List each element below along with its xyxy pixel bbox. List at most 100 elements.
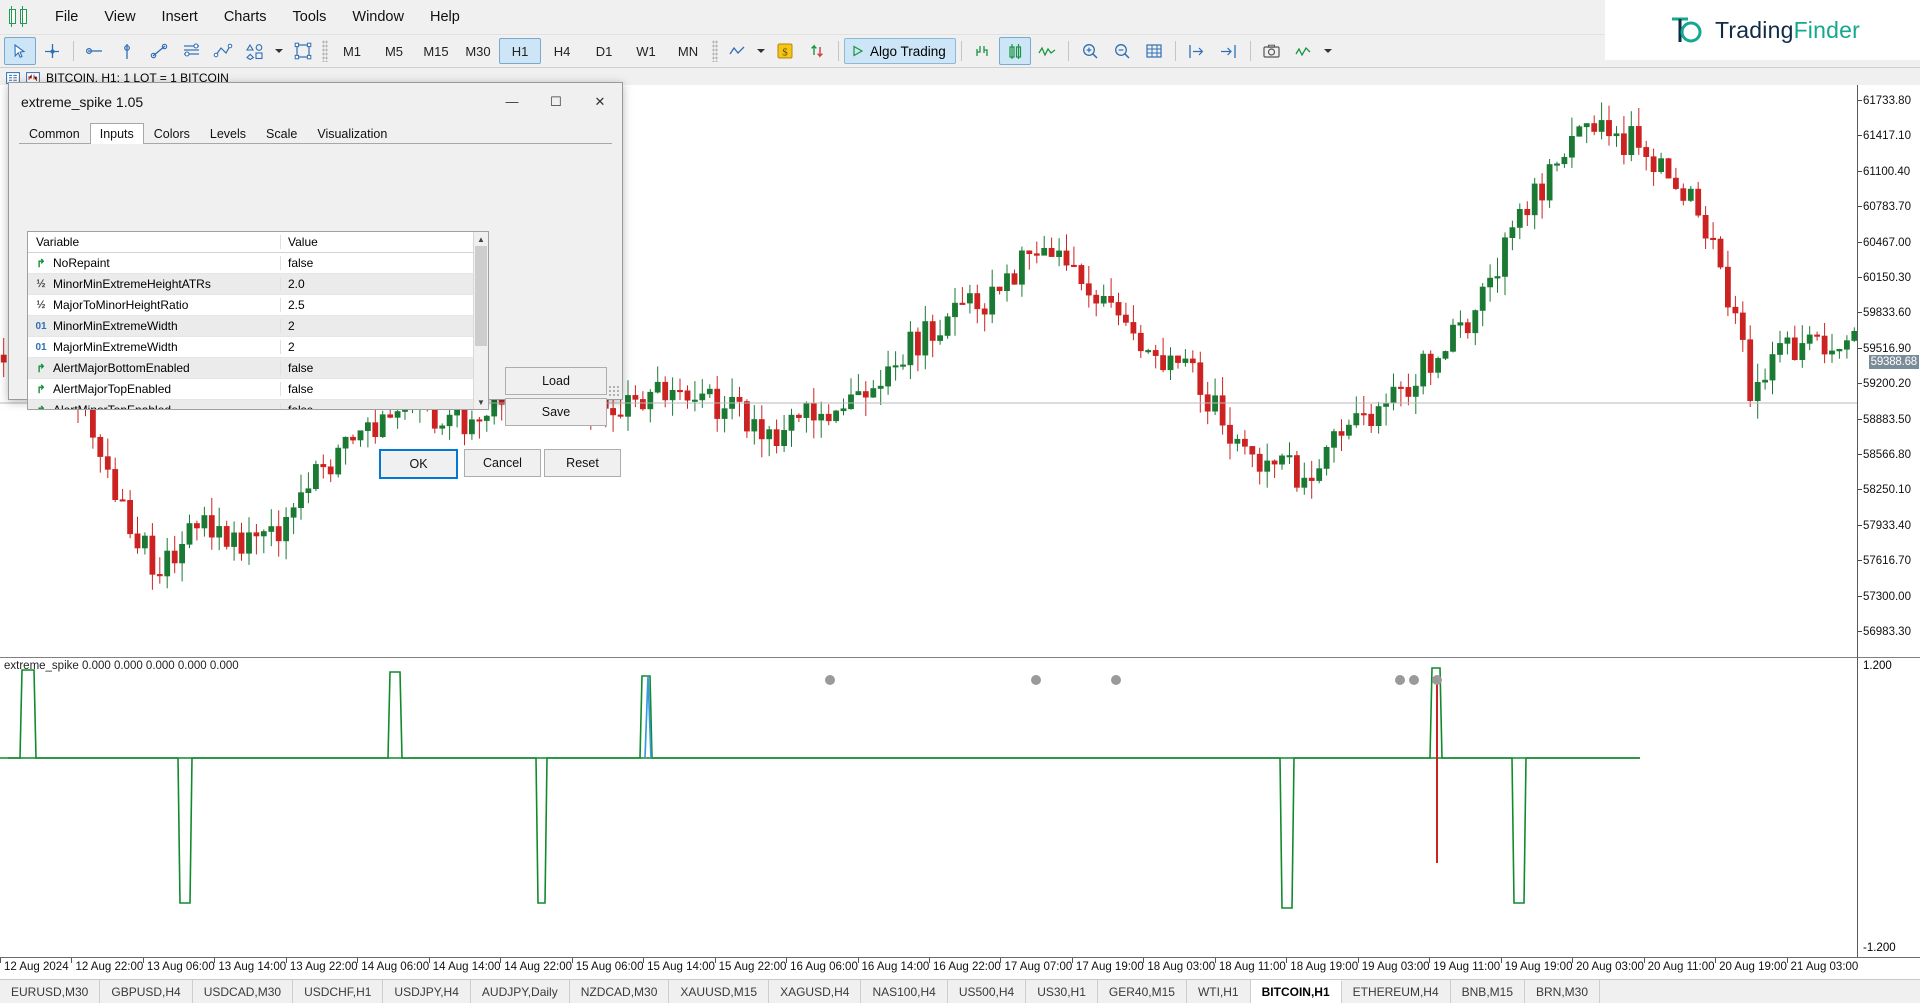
chart-tab-us500-h4[interactable]: US500,H4 [948,980,1026,1003]
timeframe-m15[interactable]: M15 [415,38,457,64]
variable-value[interactable]: 2 [281,319,295,333]
scroll-down-icon[interactable]: ▼ [474,395,488,409]
tab-levels[interactable]: Levels [200,123,256,144]
grid-row[interactable]: ½MajorToMinorHeightRatio2.5 [28,295,488,316]
oscillator-icon[interactable] [1031,37,1063,65]
chart-tab-bitcoin-h1[interactable]: BITCOIN,H1 [1251,980,1342,1003]
chart-tab-gbpusd-h4[interactable]: GBPUSD,H4 [100,980,192,1003]
vertical-line-icon[interactable] [111,37,143,65]
menu-item-charts[interactable]: Charts [211,5,280,29]
indicator-list-icon[interactable] [967,37,999,65]
autoscroll-icon[interactable] [1213,37,1245,65]
shift-icon[interactable] [1181,37,1213,65]
tab-visualization[interactable]: Visualization [307,123,397,144]
chart-tab-brn-m30[interactable]: BRN,M30 [1525,980,1600,1003]
menu-item-help[interactable]: Help [417,5,473,29]
grid-row[interactable]: ↱AlertMajorTopEnabledfalse [28,379,488,400]
chart-tab-xagusd-h4[interactable]: XAGUSD,H4 [769,980,861,1003]
inputs-scrollbar[interactable]: ▲ ▼ [473,232,488,409]
grid-row[interactable]: 01MinorMinExtremeWidth2 [28,316,488,337]
indicator-properties-dialog[interactable]: extreme_spike 1.05 — ☐ ✕ Common Inputs C… [8,82,623,400]
template-icon[interactable] [287,37,319,65]
save-button[interactable]: Save [505,398,607,426]
fibonacci-icon[interactable] [175,37,207,65]
dialog-close-button[interactable]: ✕ [578,87,622,117]
menu-item-insert[interactable]: Insert [149,5,211,29]
grid-row[interactable]: ↱AlertMajorBottomEnabledfalse [28,358,488,379]
chart-tab-nzdcad-m30[interactable]: NZDCAD,M30 [570,980,670,1003]
chart-tab-nas100-h4[interactable]: NAS100,H4 [861,980,947,1003]
chart-tab-bnb-m15[interactable]: BNB,M15 [1451,980,1525,1003]
dialog-minimize-button[interactable]: — [490,87,534,117]
price-axis[interactable]: 61733.8061417.1061100.4060783.7060467.00… [1857,85,1920,740]
algo-trading-button[interactable]: Algo Trading [844,38,956,64]
variable-value[interactable]: 2 [281,340,295,354]
chart-tab-usdcad-m30[interactable]: USDCAD,M30 [193,980,293,1003]
chart-tab-usdchf-h1[interactable]: USDCHF,H1 [293,980,383,1003]
variable-value[interactable]: false [281,256,313,270]
menu-item-file[interactable]: File [42,5,91,29]
tab-colors[interactable]: Colors [144,123,200,144]
cursor-icon[interactable] [4,37,36,65]
variable-value[interactable]: false [281,361,313,375]
shapes-dropdown-caret-icon[interactable] [275,49,283,53]
tab-scale[interactable]: Scale [256,123,307,144]
zoom-out-icon[interactable] [1106,37,1138,65]
chart-tab-audjpy-daily[interactable]: AUDJPY,Daily [471,980,570,1003]
timeframe-mn[interactable]: MN [667,38,709,64]
chart-tab-xauusd-m15[interactable]: XAUUSD,M15 [669,980,769,1003]
chart-type-caret-icon[interactable] [757,49,765,53]
grid-icon[interactable] [1138,37,1170,65]
variable-value[interactable]: false [281,382,313,396]
shapes-icon[interactable] [239,37,271,65]
toolbar-grip-2[interactable] [712,40,718,62]
candles-icon[interactable] [999,37,1031,65]
channel-icon[interactable] [143,37,175,65]
dialog-resize-handle[interactable] [608,385,620,397]
elliott-wave-icon[interactable] [207,37,239,65]
dollar-icon[interactable]: $ [769,37,801,65]
inputs-grid[interactable]: VariableValue↱NoRepaintfalse½MinorMinExt… [27,231,489,410]
variable-value[interactable]: false [281,403,313,410]
ok-button[interactable]: OK [379,449,458,479]
variable-value[interactable]: 2.0 [281,277,305,291]
time-axis[interactable]: 12 Aug 202412 Aug 22:0013 Aug 06:0013 Au… [0,957,1920,980]
chart-tab-ethereum-h4[interactable]: ETHEREUM,H4 [1342,980,1451,1003]
trendline-icon[interactable] [79,37,111,65]
chart-tab-usdjpy-h4[interactable]: USDJPY,H4 [383,980,470,1003]
chart-tab-eurusd-m30[interactable]: EURUSD,M30 [0,980,100,1003]
timeframe-m5[interactable]: M5 [373,38,415,64]
grid-row[interactable]: 01MajorMinExtremeWidth2 [28,337,488,358]
arrow-updown-icon[interactable] [801,37,833,65]
timeframe-w1[interactable]: W1 [625,38,667,64]
dialog-maximize-button[interactable]: ☐ [534,87,578,117]
grid-row[interactable]: ↱NoRepaintfalse [28,253,488,274]
grid-row[interactable]: ↱AlertMinorTopEnabledfalse [28,400,488,410]
grid-row[interactable]: ½MinorMinExtremeHeightATRs2.0 [28,274,488,295]
chart-tab-wti-h1[interactable]: WTI,H1 [1187,980,1251,1003]
indicator-pane[interactable]: extreme_spike 0.000 0.000 0.000 0.000 0.… [0,657,1858,958]
timeframe-d1[interactable]: D1 [583,38,625,64]
new-indicator-caret-icon[interactable] [1324,49,1332,53]
menu-item-window[interactable]: Window [339,5,417,29]
new-indicator-icon[interactable] [1288,37,1320,65]
cancel-button[interactable]: Cancel [464,449,541,477]
toolbar-grip[interactable] [322,40,328,62]
tab-inputs[interactable]: Inputs [90,123,144,144]
dialog-title-bar[interactable]: extreme_spike 1.05 — ☐ ✕ [9,83,622,120]
reset-button[interactable]: Reset [544,449,621,477]
scrollbar-thumb[interactable] [475,246,487,346]
timeframe-m1[interactable]: M1 [331,38,373,64]
menu-item-view[interactable]: View [91,5,148,29]
timeframe-h1[interactable]: H1 [499,38,541,64]
zoom-in-icon[interactable] [1074,37,1106,65]
screenshot-icon[interactable] [1256,37,1288,65]
crosshair-icon[interactable] [36,37,68,65]
chart-tab-ger40-m15[interactable]: GER40,M15 [1098,980,1187,1003]
timeframe-h4[interactable]: H4 [541,38,583,64]
variable-value[interactable]: 2.5 [281,298,305,312]
scroll-up-icon[interactable]: ▲ [474,232,488,246]
chart-type-icon[interactable] [721,37,753,65]
timeframe-m30[interactable]: M30 [457,38,499,64]
chart-tab-us30-h1[interactable]: US30,H1 [1026,980,1098,1003]
